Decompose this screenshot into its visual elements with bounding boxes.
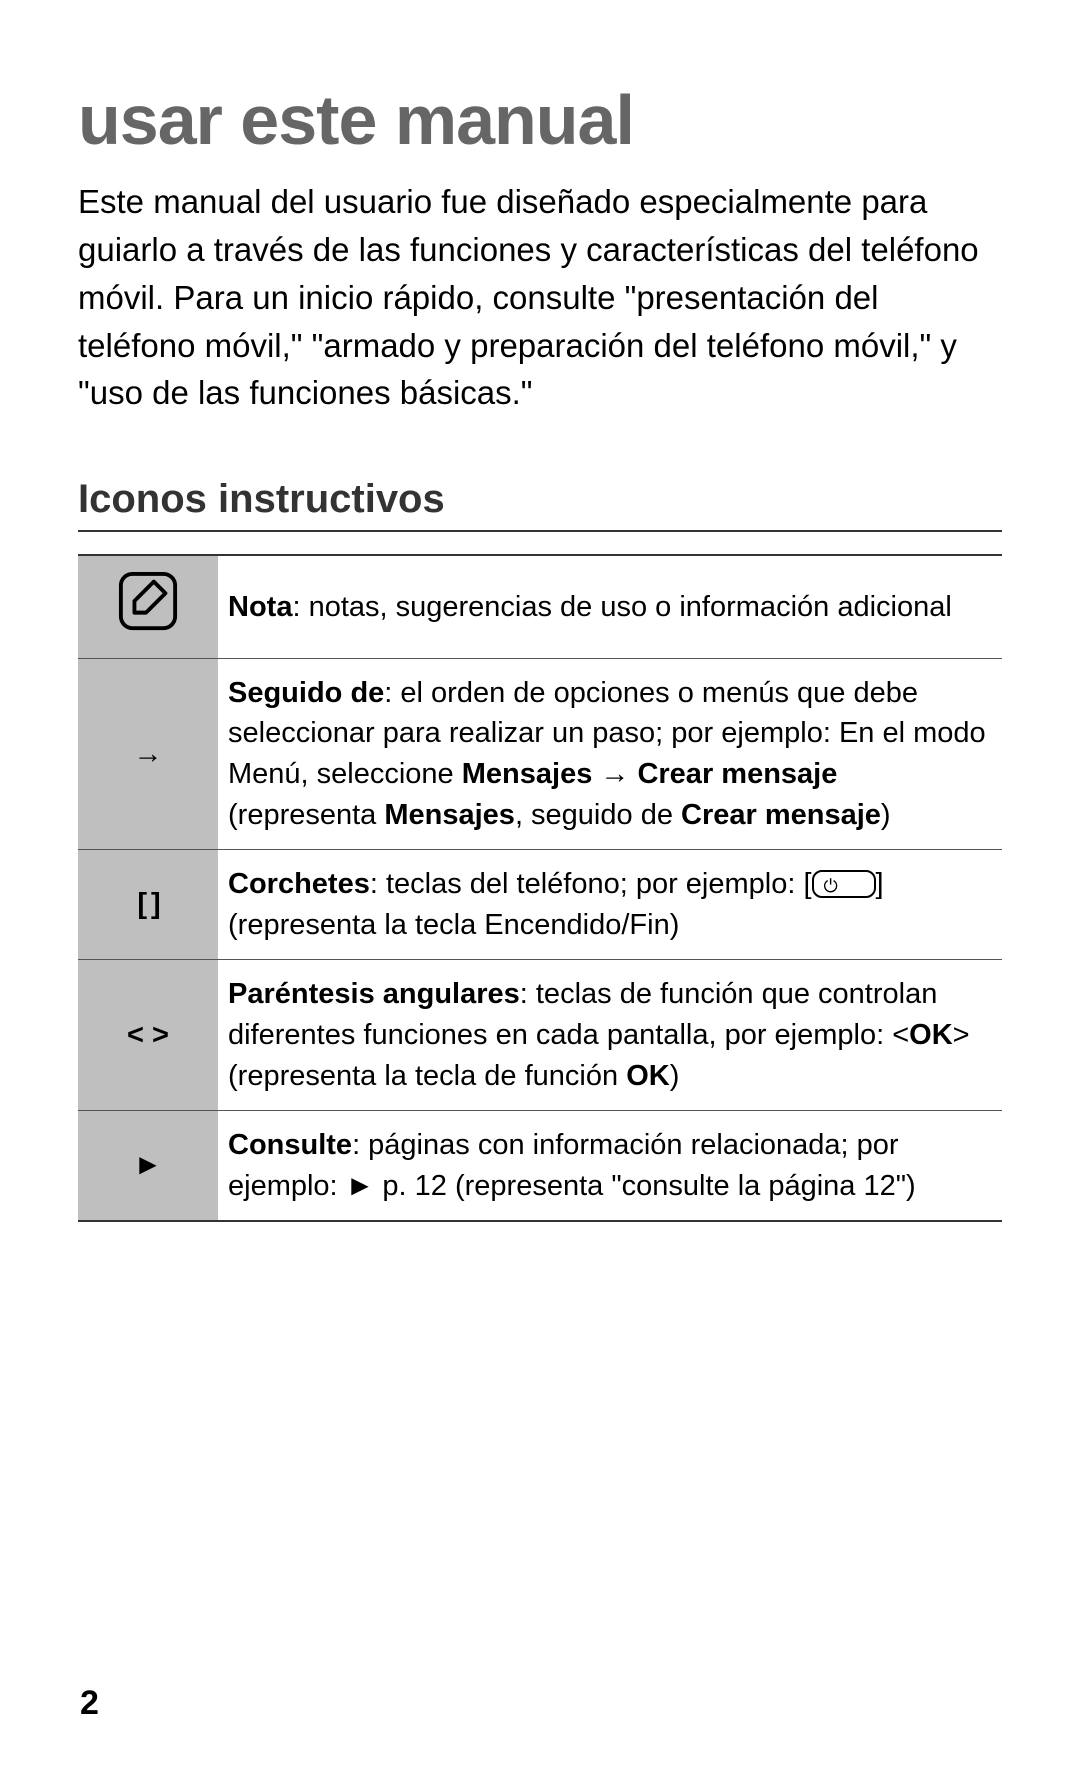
desc-note: Nota: notas, sugerencias de uso o inform… (218, 555, 1002, 658)
power-key-icon (812, 870, 876, 898)
desc-angle: Paréntesis angulares: teclas de función … (218, 960, 1002, 1111)
followed-text2: (representa (228, 799, 384, 831)
icon-cell-arrow: → (78, 658, 218, 849)
desc-brackets: Corchetes: teclas del teléfono; por ejem… (218, 850, 1002, 960)
desc-followed: Seguido de: el orden de opciones o menús… (218, 658, 1002, 849)
table-row: ► Consulte: páginas con información rela… (78, 1111, 1002, 1222)
arrow-right-icon: → (134, 738, 163, 770)
manual-page: usar este manual Este manual del usuario… (0, 0, 1080, 1771)
icon-cell-triangle: ► (78, 1111, 218, 1222)
angle-label: Paréntesis angulares (228, 978, 520, 1010)
page-number: 2 (80, 1684, 99, 1723)
section-heading: Iconos instructivos (78, 477, 1002, 532)
note-label: Nota (228, 591, 292, 623)
note-text: : notas, sugerencias de uso o informació… (292, 591, 951, 623)
followed-arrow: → (592, 758, 637, 790)
followed-text3: , seguido de (515, 799, 681, 831)
icon-table-wrap: Nota: notas, sugerencias de uso o inform… (78, 554, 1002, 1222)
brackets-label: Corchetes (228, 868, 370, 900)
followed-msg: Mensajes (462, 758, 593, 790)
angle-ok: OK (909, 1019, 953, 1051)
table-row: Nota: notas, sugerencias de uso o inform… (78, 555, 1002, 658)
followed-crear2: Crear mensaje (681, 799, 881, 831)
followed-crear: Crear mensaje (637, 758, 837, 790)
table-row: → Seguido de: el orden de opciones o men… (78, 658, 1002, 849)
table-row: < > Paréntesis angulares: teclas de func… (78, 960, 1002, 1111)
desc-refer: Consulte: páginas con información relaci… (218, 1111, 1002, 1222)
refer-label: Consulte (228, 1129, 352, 1161)
angle-ok2: OK (626, 1060, 670, 1092)
note-icon (117, 570, 179, 644)
brackets-icon: [ ] (137, 888, 158, 920)
brackets-text1: : teclas del teléfono; por ejemplo: [ (370, 868, 812, 900)
followed-label: Seguido de (228, 677, 384, 709)
followed-text4: ) (881, 799, 891, 831)
followed-msg2: Mensajes (384, 799, 515, 831)
icon-cell-angle: < > (78, 960, 218, 1111)
angle-text3: ) (670, 1060, 680, 1092)
page-title: usar este manual (78, 80, 1002, 160)
table-row: [ ] Corchetes: teclas del teléfono; por … (78, 850, 1002, 960)
icon-table: Nota: notas, sugerencias de uso o inform… (78, 554, 1002, 1222)
icon-cell-note (78, 555, 218, 658)
intro-paragraph: Este manual del usuario fue diseñado esp… (78, 178, 1002, 417)
icon-cell-brackets: [ ] (78, 850, 218, 960)
triangle-right-icon: ► (134, 1149, 163, 1181)
angle-brackets-icon: < > (127, 1019, 169, 1051)
